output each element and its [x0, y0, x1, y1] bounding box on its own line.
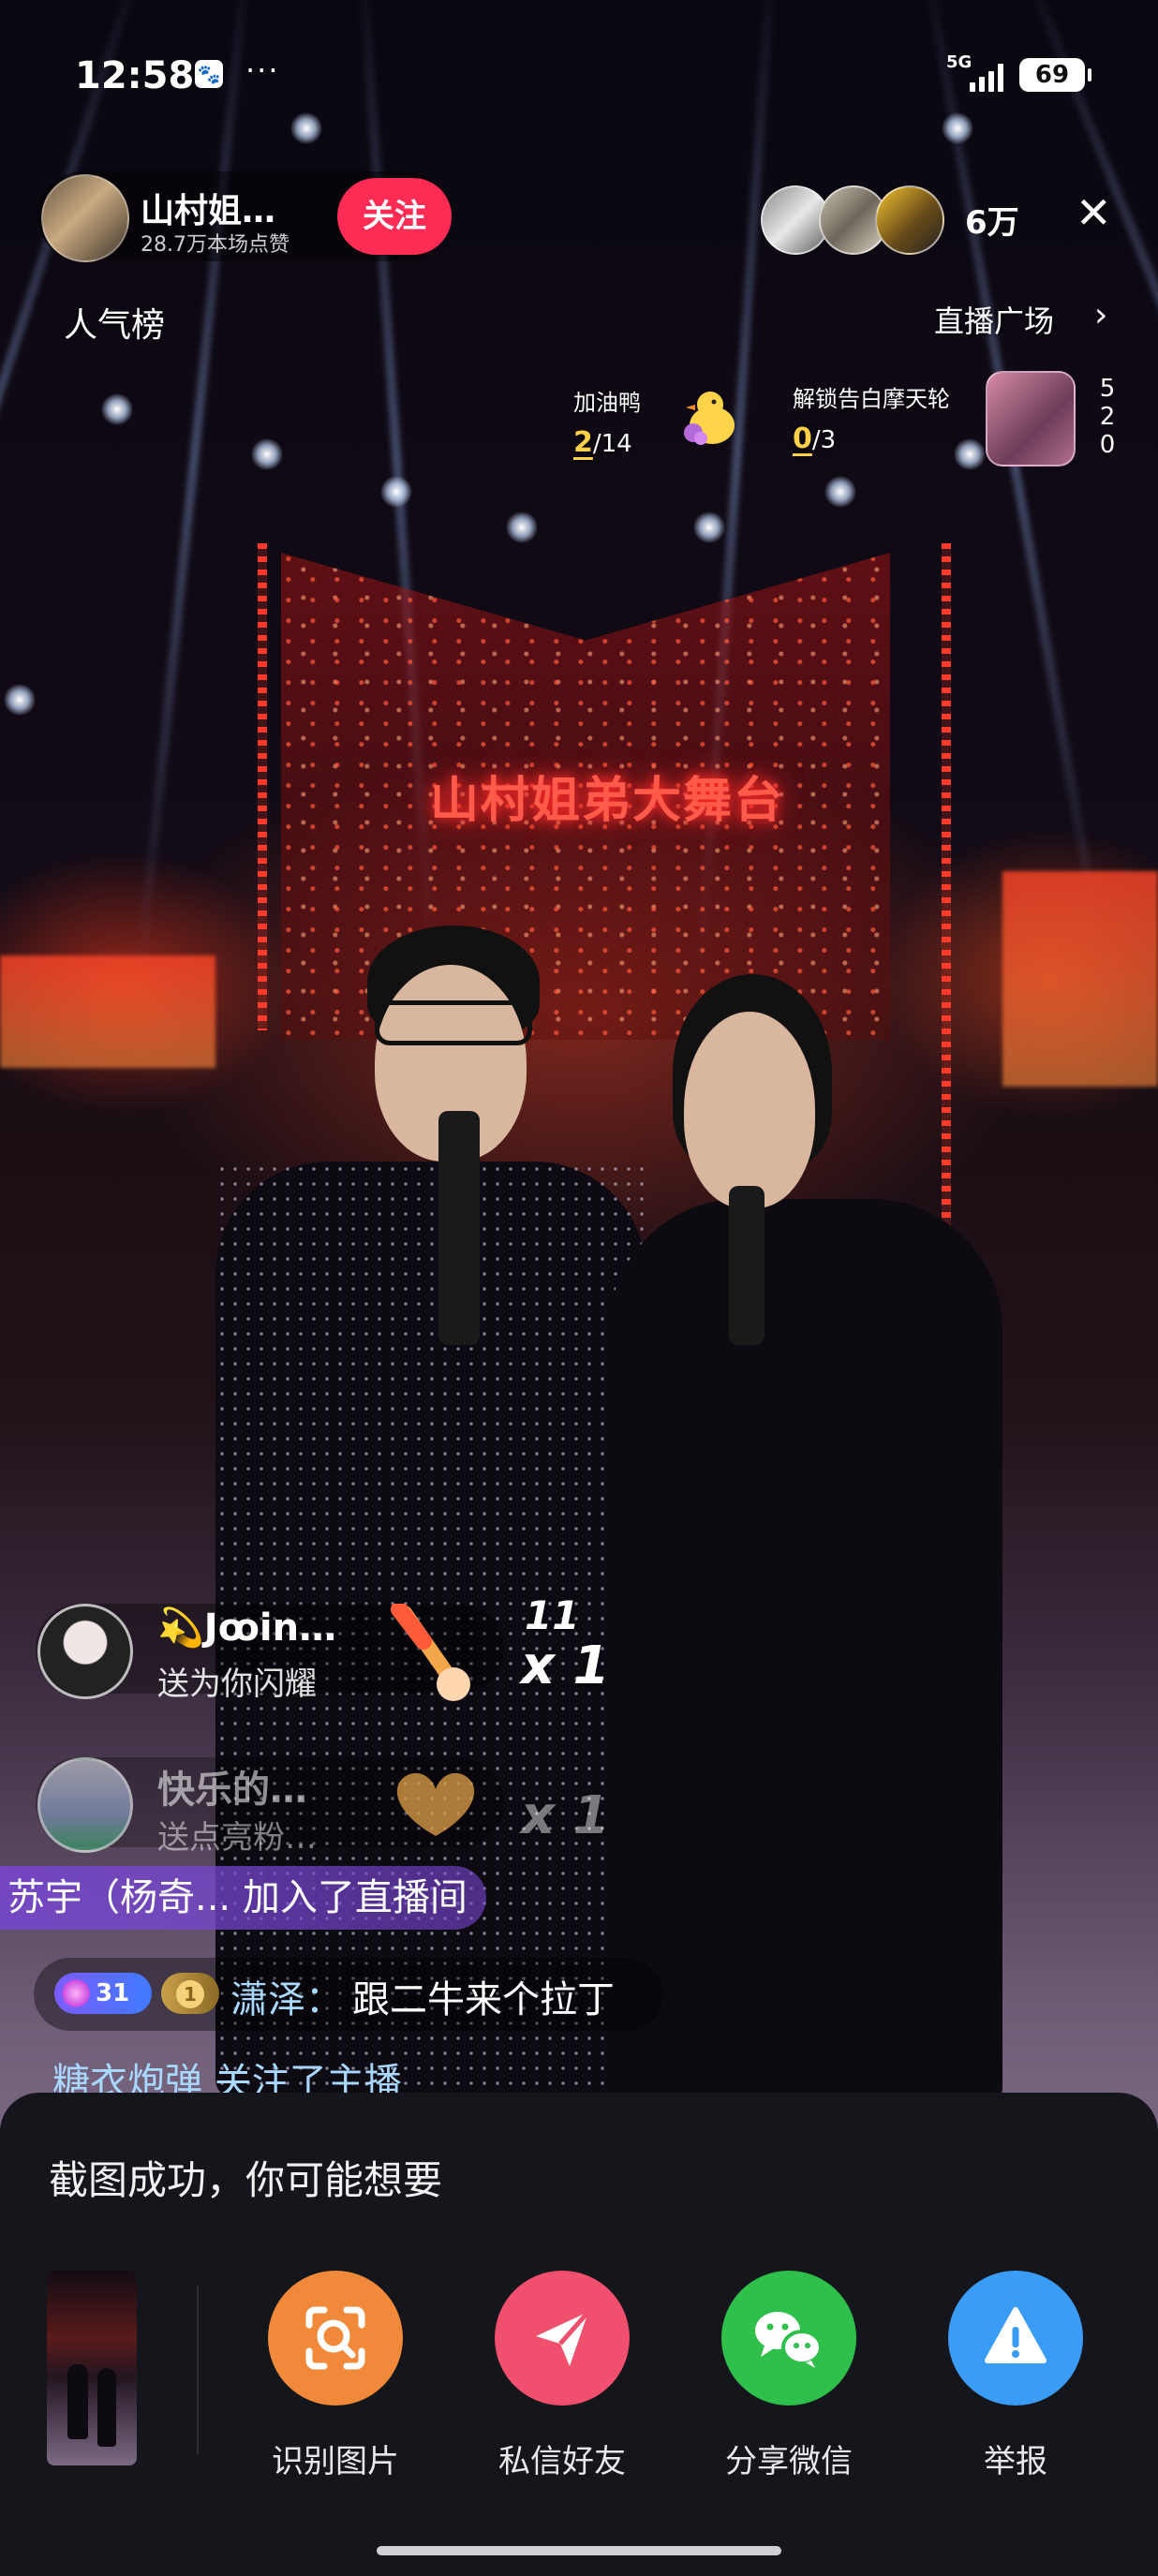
level-badge: 31	[54, 1973, 152, 2014]
viewer-count[interactable]: 6万	[965, 197, 1019, 243]
fan-badge: 1	[161, 1973, 219, 2014]
task-widget-duck[interactable]: 加油鸭 2/14	[573, 384, 641, 459]
chat-text: 跟二牛来个拉丁	[352, 1978, 615, 2021]
status-more-icon: ···	[245, 52, 280, 88]
task-title: 加油鸭	[573, 390, 641, 416]
fan-badge-value: 1	[176, 1979, 204, 2008]
join-notice: 苏宇（杨奇... 加入了直播间	[0, 1866, 486, 1930]
signal-icon	[970, 62, 1003, 92]
divider	[197, 2286, 199, 2454]
follow-button[interactable]: 关注	[337, 178, 452, 255]
gift-combo: x 1	[521, 1636, 610, 1696]
wechat-icon	[755, 2312, 823, 2368]
stage-sign: 山村姐弟大舞台	[429, 773, 784, 829]
battery-level: 69	[1034, 61, 1070, 89]
viewer-avatar[interactable]	[875, 185, 944, 255]
task-progress-current: 2	[573, 426, 593, 459]
close-icon[interactable]: ✕	[1076, 191, 1112, 234]
vertical-520-label: 5 2 0	[1099, 375, 1116, 459]
live-plaza-link[interactable]: 直播广场	[934, 298, 1054, 341]
task-progress-total: /3	[811, 426, 837, 454]
duck-icon[interactable]	[675, 384, 742, 452]
recognize-image-label[interactable]: 识别图片	[242, 2435, 429, 2481]
screenshot-thumbnail[interactable]	[47, 2271, 137, 2465]
task-widget-ferris-wheel[interactable]: 解锁告白摩天轮 0/3	[793, 380, 950, 455]
sheet-title: 截图成功，你可能想要	[49, 2157, 443, 2203]
host-likes: 28.7万本场点赞	[141, 233, 290, 257]
heart-hands-gift-icon	[396, 1772, 475, 1836]
report-label[interactable]: 举报	[922, 2435, 1109, 2481]
task-progress-total: /14	[592, 430, 632, 458]
gift-description: 送为你闪耀	[157, 1666, 317, 1703]
gift-combo-top: 11	[525, 1592, 580, 1638]
gift-description: 送点亮粉…	[157, 1819, 317, 1857]
level-badge-value: 31	[96, 1979, 130, 2007]
torch-gift-icon	[391, 1604, 470, 1701]
task-progress: 0/3	[793, 422, 950, 455]
baidu-paw-icon: 🐾	[195, 60, 223, 88]
gift-sender-name: 快乐的…	[157, 1769, 307, 1812]
scan-image-icon	[305, 2306, 365, 2370]
task-progress: 2/14	[573, 426, 641, 459]
popularity-rank-link[interactable]: 人气榜	[64, 298, 165, 347]
share-wechat-button[interactable]	[721, 2271, 856, 2406]
report-button[interactable]	[948, 2271, 1083, 2406]
recognize-image-button[interactable]	[268, 2271, 403, 2406]
chevron-right-icon[interactable]: ›	[1094, 296, 1107, 334]
host-avatar[interactable]	[41, 174, 129, 262]
task-title: 解锁告白摩天轮	[793, 386, 950, 412]
message-friend-button[interactable]	[495, 2271, 630, 2406]
network-type: 5G	[946, 52, 972, 72]
gift-sender-name: 💫Jꝏin…	[157, 1606, 337, 1650]
avatar[interactable]	[37, 1604, 133, 1699]
status-time: 12:58	[75, 54, 195, 97]
gem-icon	[62, 1979, 90, 2007]
report-icon	[985, 2307, 1047, 2363]
chat-username[interactable]: 潇泽：	[230, 1969, 343, 2023]
avatar[interactable]	[37, 1757, 133, 1853]
battery-icon: 69	[1019, 58, 1091, 92]
gift-combo: x 1	[521, 1785, 610, 1846]
share-wechat-label[interactable]: 分享微信	[695, 2435, 883, 2481]
ferris-wheel-icon[interactable]	[986, 371, 1076, 466]
message-friend-label[interactable]: 私信好友	[468, 2435, 656, 2481]
host-name[interactable]: 山村姐…	[141, 184, 275, 232]
task-progress-current: 0	[793, 422, 812, 455]
send-icon	[536, 2310, 590, 2366]
home-indicator[interactable]	[377, 2546, 781, 2555]
